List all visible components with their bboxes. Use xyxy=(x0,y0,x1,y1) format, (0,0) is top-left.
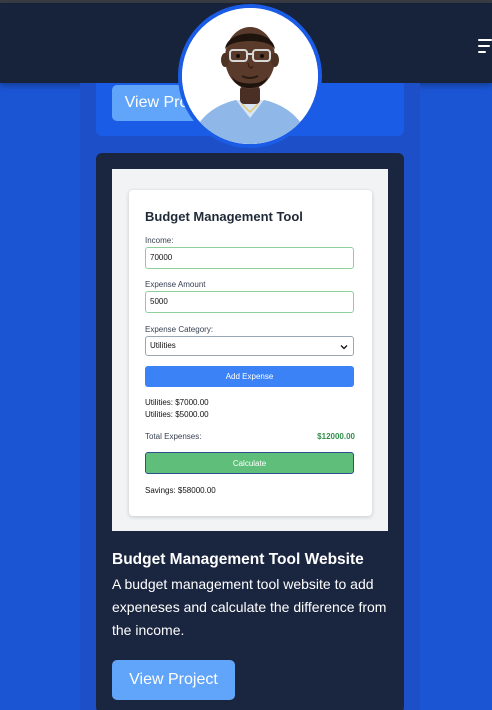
expense-category-select: Utilities xyxy=(145,336,354,356)
profile-photo xyxy=(182,8,318,144)
budget-app-panel: Budget Management Tool Income: 70000 Exp… xyxy=(129,190,372,516)
income-field: 70000 xyxy=(145,247,354,269)
expense-item: Utilities: $7000.00 xyxy=(145,398,209,407)
income-label: Income: xyxy=(145,236,174,245)
project-card: Budget Management Tool Income: 70000 Exp… xyxy=(96,153,404,710)
chevron-down-icon xyxy=(340,345,348,350)
savings-text: Savings: $58000.00 xyxy=(145,486,216,495)
project-title: Budget Management Tool Website xyxy=(112,551,364,568)
expense-amount-label: Expense Amount xyxy=(145,280,206,289)
app-title: Budget Management Tool xyxy=(145,209,303,224)
total-expenses-label: Total Expenses: xyxy=(145,432,202,441)
calculate-button: Calculate xyxy=(145,452,354,474)
menu-icon[interactable] xyxy=(478,39,492,57)
expense-category-value: Utilities xyxy=(150,341,176,350)
project-description: A budget management tool website to add … xyxy=(112,576,387,638)
add-expense-button: Add Expense xyxy=(145,366,354,387)
project-screenshot: Budget Management Tool Income: 70000 Exp… xyxy=(112,169,388,531)
expense-category-label: Expense Category: xyxy=(145,325,214,334)
avatar xyxy=(178,4,322,148)
view-project-button[interactable]: View Project xyxy=(112,660,235,700)
total-expenses-value: $12000.00 xyxy=(317,432,355,441)
expense-amount-field: 5000 xyxy=(145,291,354,313)
expense-item: Utilities: $5000.00 xyxy=(145,410,209,419)
